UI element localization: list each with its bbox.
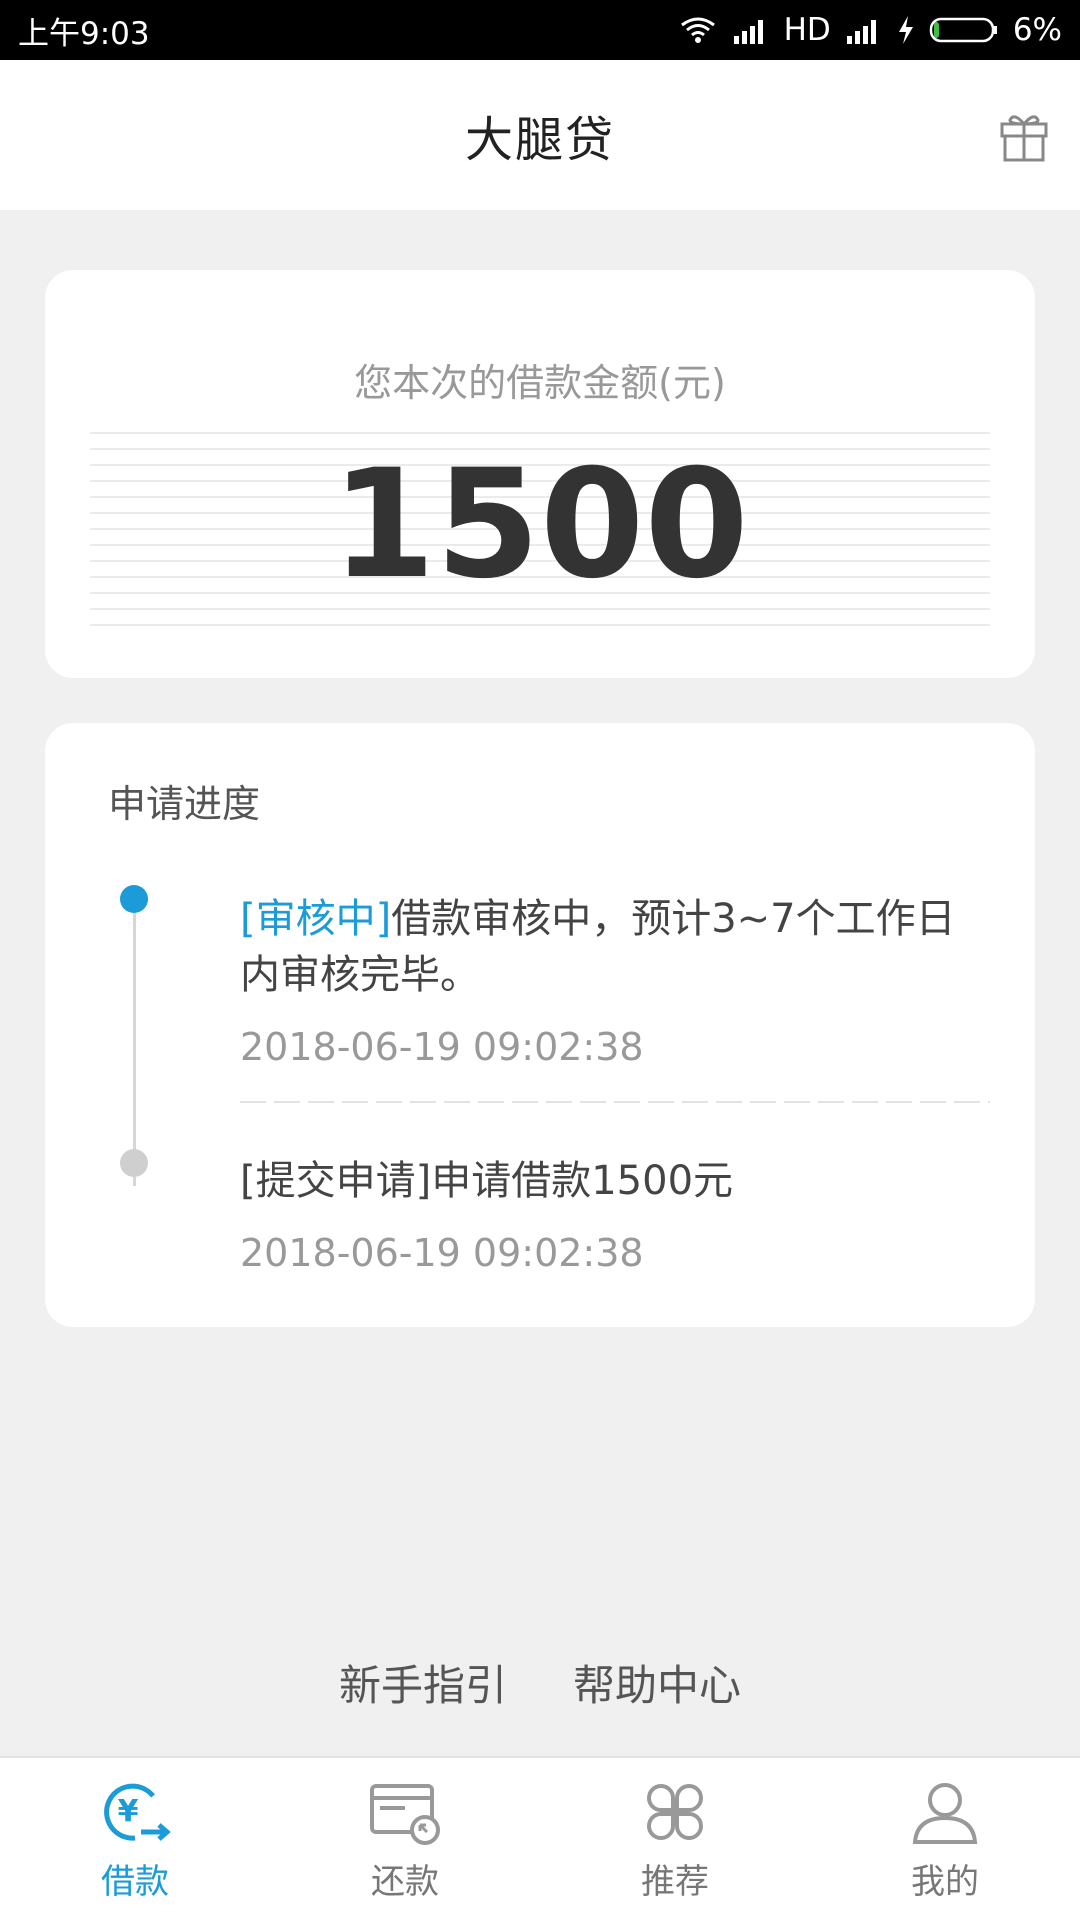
- signal-icon-2: [846, 20, 876, 44]
- timeline-dot-active: [120, 885, 148, 913]
- status-bar: 上午9:03 HD 6%: [0, 0, 1080, 60]
- page-title: 大腿贷: [464, 112, 615, 168]
- repay-icon: [370, 1784, 440, 1845]
- signal-icon: [733, 20, 763, 44]
- progress-title: 申请进度: [108, 782, 261, 826]
- help-center-link[interactable]: 帮助中心: [573, 1652, 741, 1713]
- status-icons: HD 6%: [678, 12, 1062, 48]
- nav-item-loan[interactable]: ¥ 借款: [0, 1758, 270, 1922]
- recommend-icon: [647, 1784, 703, 1840]
- help-links: 新手指引 帮助中心: [0, 1652, 1080, 1713]
- nav-label: 还款: [371, 1862, 439, 1902]
- loan-amount-card: 您本次的借款金额(元) 1500: [45, 270, 1035, 678]
- svg-text:¥: ¥: [118, 1794, 139, 1829]
- status-time: 上午9:03: [18, 15, 150, 52]
- dashed-divider: [240, 1101, 990, 1103]
- progress-entry-time: 2018-06-19 09:02:38: [240, 1025, 644, 1069]
- app-bar: 大腿贷: [0, 60, 1080, 210]
- battery-icon: [929, 17, 997, 43]
- profile-icon: [912, 1783, 978, 1844]
- bottom-nav: ¥ 借款 还款 推荐 我的: [0, 1756, 1080, 1922]
- progress-entry-text: [审核中]借款审核中，预计3~7个工作日内审核完毕。: [240, 891, 990, 1003]
- beginner-guide-link[interactable]: 新手指引: [339, 1652, 507, 1713]
- progress-entry-reviewing: [审核中]借款审核中，预计3~7个工作日内审核完毕。 2018-06-19 09…: [240, 891, 990, 1069]
- nav-item-repay[interactable]: 还款: [270, 1758, 540, 1922]
- nav-item-recommend[interactable]: 推荐: [540, 1758, 810, 1922]
- loan-amount-value: 1500: [331, 438, 749, 612]
- progress-entry-desc: 申请借款1500元: [431, 1158, 734, 1204]
- progress-entry-submitted: [提交申请]申请借款1500元 2018-06-19 09:02:38: [240, 1153, 990, 1275]
- progress-entry-tag: [审核中]: [240, 896, 392, 942]
- loan-icon: ¥: [104, 1783, 171, 1841]
- wifi-icon: [680, 17, 715, 43]
- nav-label: 我的: [911, 1862, 979, 1902]
- network-type: HD: [783, 12, 831, 48]
- progress-entry-text: [提交申请]申请借款1500元: [240, 1153, 990, 1209]
- gift-icon[interactable]: [996, 110, 1052, 166]
- application-progress-card: 申请进度 [审核中]借款审核中，预计3~7个工作日内审核完毕。 2018-06-…: [45, 723, 1035, 1327]
- nav-item-profile[interactable]: 我的: [810, 1758, 1080, 1922]
- timeline-dot-inactive: [120, 1149, 148, 1177]
- charging-icon: [898, 16, 913, 44]
- timeline-line: [133, 901, 136, 1186]
- progress-entry-tag: [提交申请]: [240, 1158, 432, 1204]
- nav-label: 推荐: [641, 1862, 709, 1902]
- nav-label: 借款: [101, 1862, 169, 1902]
- battery-level: 6%: [1012, 12, 1062, 48]
- progress-entry-time: 2018-06-19 09:02:38: [240, 1231, 644, 1275]
- loan-amount-label: 您本次的借款金额(元): [354, 361, 726, 405]
